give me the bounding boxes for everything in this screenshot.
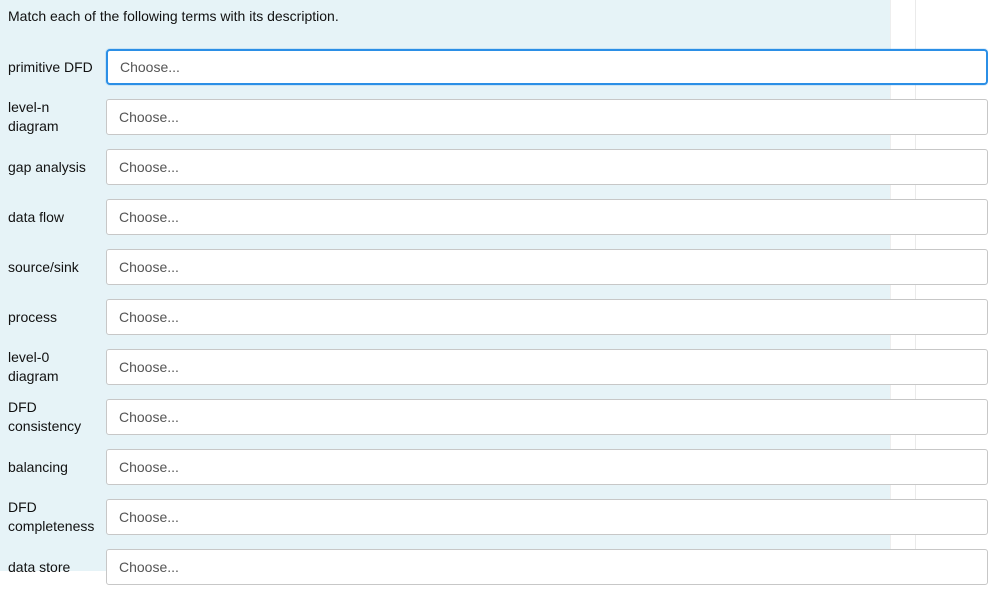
match-row: data store Choose... (0, 542, 890, 592)
term-label-dfd-consistency: DFD consistency (8, 398, 106, 436)
select-balancing[interactable]: Choose... (106, 449, 988, 485)
term-label-data-store: data store (8, 558, 106, 577)
select-placeholder: Choose... (119, 509, 179, 525)
select-dfd-completeness[interactable]: Choose... (106, 499, 988, 535)
term-label-dfd-completeness: DFD completeness (8, 498, 106, 536)
select-wrap: Choose... (106, 499, 988, 535)
select-wrap: Choose... (106, 249, 988, 285)
term-label-primitive-dfd: primitive DFD (8, 58, 106, 77)
term-label-data-flow: data flow (8, 208, 106, 227)
select-placeholder: Choose... (119, 409, 179, 425)
match-row: source/sink Choose... (0, 242, 890, 292)
select-wrap: Choose... (106, 149, 988, 185)
select-data-store[interactable]: Choose... (106, 549, 988, 585)
select-wrap: Choose... (106, 49, 988, 85)
select-placeholder: Choose... (119, 359, 179, 375)
match-row: DFD completeness Choose... (0, 492, 890, 542)
select-wrap: Choose... (106, 199, 988, 235)
match-row: primitive DFD Choose... (0, 42, 890, 92)
select-level-0-diagram[interactable]: Choose... (106, 349, 988, 385)
select-process[interactable]: Choose... (106, 299, 988, 335)
match-row: gap analysis Choose... (0, 142, 890, 192)
select-wrap: Choose... (106, 449, 988, 485)
term-label-level-0-diagram: level-0 diagram (8, 348, 106, 386)
select-placeholder: Choose... (119, 109, 179, 125)
match-row: data flow Choose... (0, 192, 890, 242)
term-label-level-n-diagram: level-n diagram (8, 98, 106, 136)
select-placeholder: Choose... (119, 209, 179, 225)
select-data-flow[interactable]: Choose... (106, 199, 988, 235)
select-gap-analysis[interactable]: Choose... (106, 149, 988, 185)
select-wrap: Choose... (106, 349, 988, 385)
match-row: level-n diagram Choose... (0, 92, 890, 142)
select-placeholder: Choose... (119, 309, 179, 325)
select-wrap: Choose... (106, 549, 988, 585)
select-placeholder: Choose... (119, 259, 179, 275)
match-row: level-0 diagram Choose... (0, 342, 890, 392)
select-placeholder: Choose... (119, 559, 179, 575)
select-wrap: Choose... (106, 99, 988, 135)
select-source-sink[interactable]: Choose... (106, 249, 988, 285)
page-container: Match each of the following terms with i… (0, 0, 988, 571)
select-placeholder: Choose... (119, 159, 179, 175)
select-placeholder: Choose... (119, 459, 179, 475)
term-label-balancing: balancing (8, 458, 106, 477)
term-label-source-sink: source/sink (8, 258, 106, 277)
term-label-gap-analysis: gap analysis (8, 158, 106, 177)
select-primitive-dfd[interactable]: Choose... (106, 49, 988, 85)
term-label-process: process (8, 308, 106, 327)
match-row: DFD consistency Choose... (0, 392, 890, 442)
select-level-n-diagram[interactable]: Choose... (106, 99, 988, 135)
instruction-text: Match each of the following terms with i… (0, 0, 890, 42)
select-wrap: Choose... (106, 299, 988, 335)
match-row: process Choose... (0, 292, 890, 342)
select-placeholder: Choose... (120, 59, 180, 75)
main-panel: Match each of the following terms with i… (0, 0, 890, 571)
select-dfd-consistency[interactable]: Choose... (106, 399, 988, 435)
select-wrap: Choose... (106, 399, 988, 435)
match-row: balancing Choose... (0, 442, 890, 492)
right-gutter (890, 0, 988, 571)
